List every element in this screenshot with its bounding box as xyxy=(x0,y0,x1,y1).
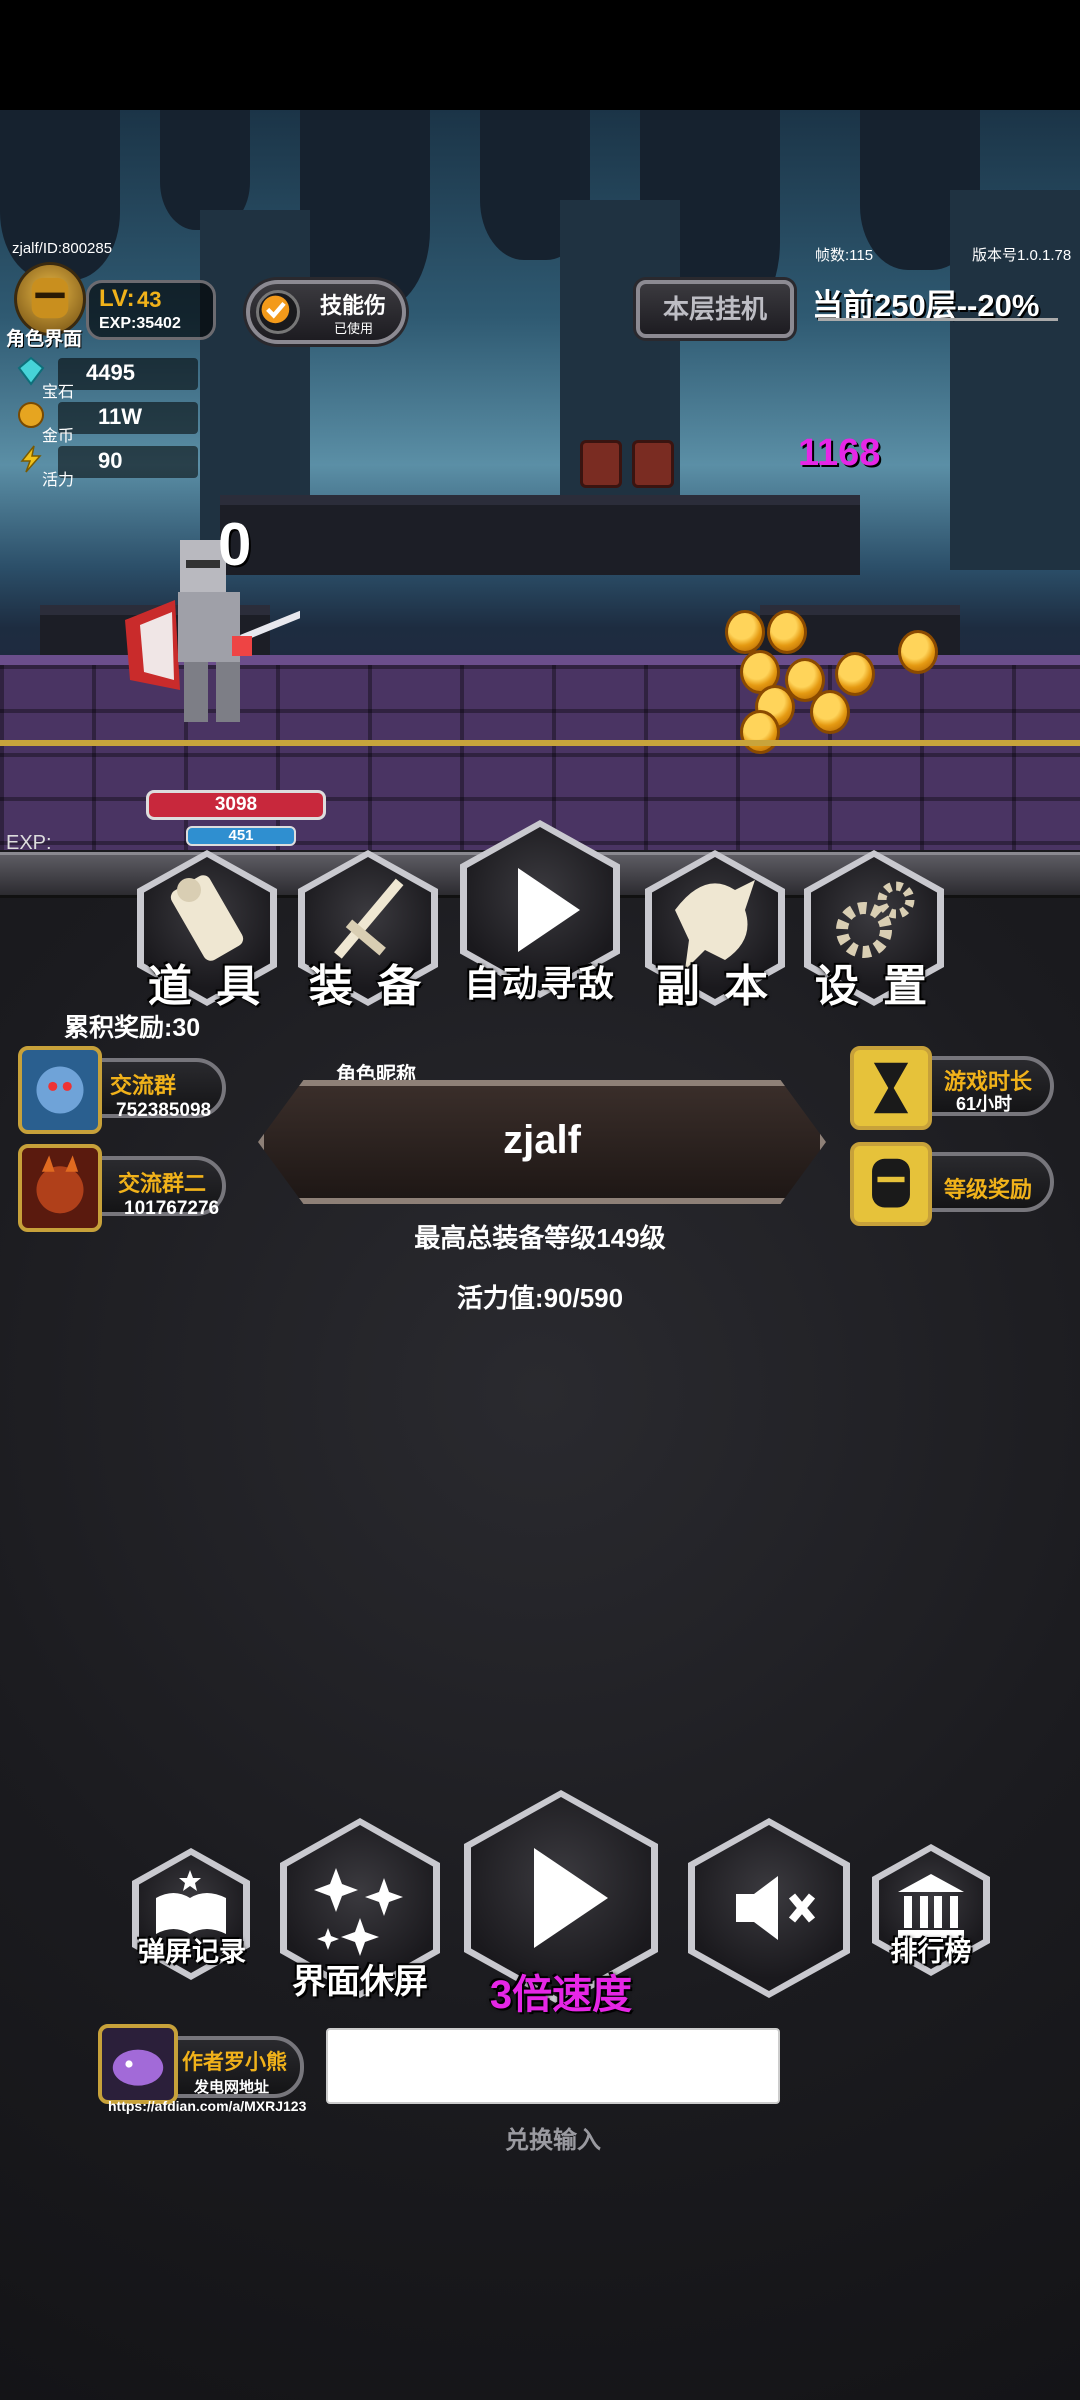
exp-label: EXP: xyxy=(6,832,52,850)
hourglass-icon xyxy=(873,1062,909,1114)
equipment-label: 装 备 xyxy=(308,962,428,1011)
knight-character xyxy=(125,540,300,722)
gold-coin xyxy=(898,630,938,674)
skill-damage-toggle[interactable]: 技能伤 已使用 xyxy=(246,280,406,344)
gold-coin xyxy=(835,652,875,696)
stone-ledge xyxy=(220,495,860,575)
helmet-icon xyxy=(872,1158,910,1208)
version-label: 版本号1.0.1.78 xyxy=(972,247,1072,264)
redeem-input[interactable] xyxy=(326,2028,780,2104)
monster-icon xyxy=(36,1066,84,1114)
exp-bar xyxy=(0,740,1080,746)
screen-rest-label: 界面休屏 xyxy=(292,1963,428,2001)
group-1-portrait[interactable] xyxy=(18,1046,102,1134)
status-bar xyxy=(0,0,1080,110)
level-reward-title: 等级奖励 xyxy=(944,1177,1033,1202)
nickname-plate[interactable]: zjalf xyxy=(258,1080,826,1204)
damage-number: 0 xyxy=(218,511,252,578)
barrel xyxy=(580,440,622,488)
level-panel: LV: 43 EXP:35402 xyxy=(86,280,216,340)
battle-scene: 0 1168 3098 451 EXP: zjalf/ID:800285 LV:… xyxy=(0,110,1080,850)
checkbox xyxy=(256,290,300,334)
skill-toggle-status: 已使用 xyxy=(334,321,374,336)
play-time-value: 61小时 xyxy=(956,1094,1013,1114)
enemy-damage-number: 1168 xyxy=(798,432,881,474)
danmaku-log-label: 弹屏记录 xyxy=(138,1937,246,1967)
group-1-title: 交流群 xyxy=(110,1073,177,1098)
exp-value: EXP:35402 xyxy=(99,315,181,332)
level-prefix: LV: xyxy=(99,285,135,312)
idle-floor-button[interactable]: 本层挂机 xyxy=(636,280,794,338)
author-url[interactable]: https://afdian.com/a/MXRJ123 xyxy=(108,2098,306,2114)
energy-stat: 90 活力 xyxy=(10,442,198,489)
character-label[interactable]: 角色界面 xyxy=(6,324,82,351)
gold-stat: 11W 金币 xyxy=(10,398,198,445)
gold-coin xyxy=(725,610,765,654)
triple-speed-label: 3倍速度 xyxy=(489,1973,633,2017)
gold-coin xyxy=(767,610,807,654)
author-portrait[interactable] xyxy=(98,2024,178,2104)
auto-seek-label: 自动寻敌 xyxy=(463,963,616,1004)
hp-bar: 3098 xyxy=(146,790,326,820)
items-label: 道 具 xyxy=(147,962,267,1011)
avatar-icon xyxy=(112,2049,164,2086)
stat-bar-bg xyxy=(58,446,198,478)
dungeon-label: 副 本 xyxy=(655,962,775,1011)
gold-coin xyxy=(740,710,780,754)
progress-underline xyxy=(818,318,1058,321)
check-icon xyxy=(261,295,290,324)
gem-value: 4495 xyxy=(86,360,135,385)
level-reward-portrait[interactable] xyxy=(850,1142,932,1226)
barrel xyxy=(632,440,674,488)
skill-toggle-title: 技能伤 xyxy=(320,293,387,318)
group-2-title: 交流群二 xyxy=(118,1171,207,1196)
level-value: 43 xyxy=(137,287,162,312)
group-1-number: 752385098 xyxy=(116,1100,212,1121)
vitality-value: 活力值:90/590 xyxy=(456,1283,624,1313)
fps-counter: 帧数:115 xyxy=(815,247,874,264)
redeem-label: 兑换输入 xyxy=(505,2127,601,2154)
leaderboard-label: 排行榜 xyxy=(890,1937,972,1967)
accumulated-reward[interactable]: 累积奖励:30 xyxy=(64,1008,200,1044)
player-id: zjalf/ID:800285 xyxy=(12,240,113,257)
hp-value: 3098 xyxy=(214,794,258,815)
max-equipment-level: 最高总装备等级149级 xyxy=(414,1223,666,1253)
gem-stat: 4495 宝石 xyxy=(10,354,198,401)
author-subtitle: 发电网地址 xyxy=(194,2079,270,2096)
mp-bar: 451 xyxy=(186,826,296,846)
helmet-icon xyxy=(31,277,69,319)
author-name: 作者罗小熊 xyxy=(182,2051,287,2074)
idle-floor-label: 本层挂机 xyxy=(662,294,767,324)
energy-value: 90 xyxy=(98,448,123,473)
nickname-value: zjalf xyxy=(503,1118,581,1162)
gold-coin xyxy=(810,690,850,734)
energy-label: 活力 xyxy=(42,472,75,489)
gold-value: 11W xyxy=(98,404,143,429)
play-time-portrait[interactable] xyxy=(850,1046,932,1130)
demon-icon xyxy=(36,1155,84,1214)
group-2-number: 101767276 xyxy=(124,1198,220,1219)
mp-value: 451 xyxy=(228,827,254,844)
settings-label: 设 置 xyxy=(814,962,934,1011)
